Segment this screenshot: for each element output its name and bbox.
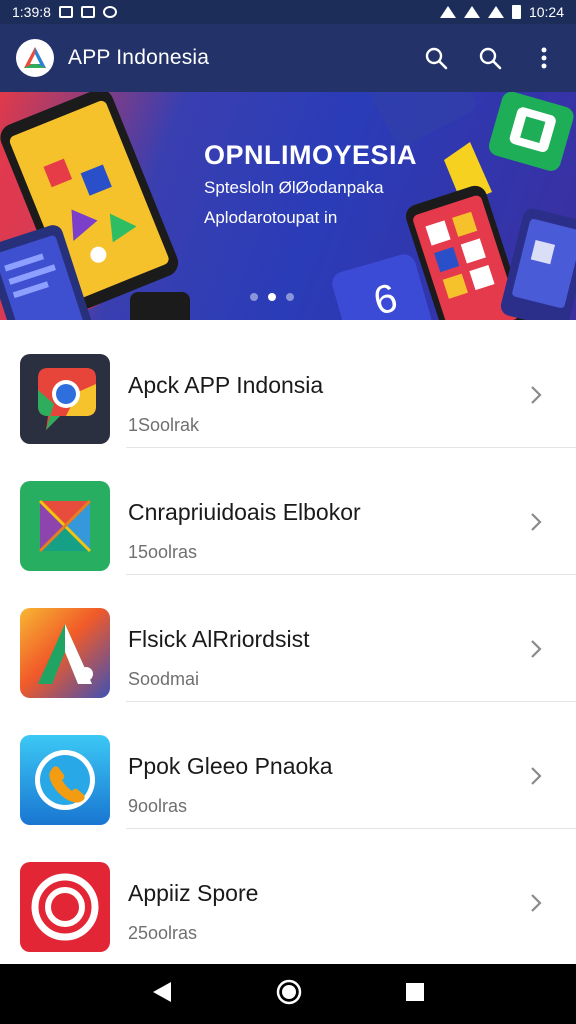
banner-subtitle-2: Aplodarotoupat in (204, 208, 338, 227)
app-meta: Soodmai (128, 669, 200, 689)
app-meta: 25oolras (128, 923, 198, 943)
status-time-left: 1:39:8 (12, 4, 51, 20)
status-right: 10:24 (439, 4, 564, 20)
wifi-icon (439, 6, 456, 18)
battery-icon (511, 5, 521, 19)
list-item-text: Flsick AlRriordsist Soodmai (128, 626, 309, 690)
search-icon[interactable] (420, 42, 452, 74)
banner-headline: OPNLIMOYESIA (204, 140, 418, 170)
more-vert-icon[interactable] (528, 42, 560, 74)
app-name: Flsick AlRriordsist (128, 626, 310, 652)
app-name: Cnrapriuidoais Elbokor (128, 499, 361, 525)
list-item[interactable]: Cnrapriuidoais Elbokor 15oolras (0, 447, 576, 575)
app-bar: APP Indonesia (0, 24, 576, 92)
promo-banner[interactable]: 6 OPNLIMOYESIA (0, 92, 576, 320)
banner-artwork: 6 (0, 92, 576, 320)
phone-icon (20, 735, 110, 825)
list-item-text: Appiiz Spore 25oolras (128, 880, 258, 944)
app-list: Apck APP Indonsia 1Soolrak Cnrapriuidoai… (0, 320, 576, 964)
chevron-right-icon (531, 386, 542, 404)
signal-icon (463, 6, 480, 18)
signal-icon (487, 6, 504, 18)
carousel-dot-active[interactable] (268, 293, 276, 301)
list-item-text: Apck APP Indonsia 1Soolrak (128, 372, 323, 436)
list-item-text: Ppok Gleeo Pnaoka 9oolras (128, 753, 333, 817)
chevron-right-icon (531, 767, 542, 785)
list-item[interactable]: Appiiz Spore 25oolras (0, 828, 576, 955)
letter-a-icon (20, 608, 110, 698)
system-nav-bar (0, 964, 576, 1024)
cube-icon (20, 481, 110, 571)
app-name: Appiiz Spore (128, 880, 259, 906)
notification-icon (102, 6, 117, 18)
recents-icon[interactable] (405, 982, 425, 1007)
screen: 1:39:8 10:24 APP Indonesia 6 OPNLIMOYESI… (0, 0, 576, 1024)
home-icon[interactable] (276, 979, 302, 1010)
chevron-right-icon (531, 640, 542, 658)
list-item[interactable]: Apck APP Indonsia 1Soolrak (0, 320, 576, 448)
list-item[interactable]: Flsick AlRriordsist Soodmai (0, 574, 576, 702)
app-meta: 15oolras (128, 542, 198, 562)
carousel-dot[interactable] (250, 293, 258, 301)
status-time-right: 10:24 (528, 4, 564, 20)
carousel-dot[interactable] (286, 293, 294, 301)
notification-icon (58, 6, 73, 18)
app-meta: 1Soolrak (128, 415, 200, 435)
app-meta: 9oolras (128, 796, 188, 816)
back-icon[interactable] (151, 980, 173, 1009)
app-name: Apck APP Indonsia (128, 372, 324, 398)
chrome-icon (20, 354, 110, 444)
status-bar: 1:39:8 10:24 (0, 0, 576, 24)
list-item-text: Cnrapriuidoais Elbokor 15oolras (128, 499, 361, 563)
app-name: Ppok Gleeo Pnaoka (128, 753, 333, 779)
chevron-right-icon (531, 894, 542, 912)
search-icon[interactable] (474, 42, 506, 74)
carousel-indicator[interactable] (250, 293, 294, 301)
status-left: 1:39:8 (12, 4, 117, 20)
notification-icon (80, 6, 95, 18)
app-title: APP Indonesia (68, 46, 210, 69)
banner-subtitle-1: Sptesloln ØlØodanpaka (204, 178, 384, 197)
app-logo-icon (16, 39, 54, 77)
target-icon (20, 862, 110, 952)
chevron-right-icon (531, 513, 542, 531)
app-actions (420, 42, 560, 74)
list-item[interactable]: Ppok Gleeo Pnaoka 9oolras (0, 701, 576, 829)
